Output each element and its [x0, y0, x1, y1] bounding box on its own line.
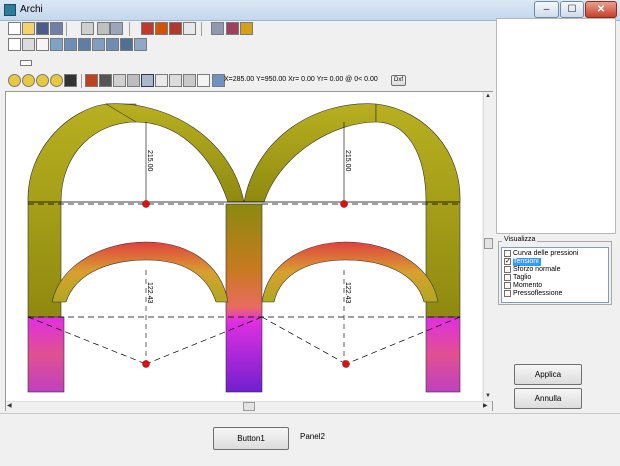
annulla-button[interactable]: Annulla — [514, 388, 582, 409]
table-icon[interactable] — [226, 22, 239, 35]
horizontal-scrollbar[interactable]: ◀ ▶ — [6, 401, 492, 411]
zoom-in-icon[interactable] — [22, 74, 35, 87]
grid-icon[interactable] — [64, 38, 77, 51]
export-icon[interactable] — [211, 22, 224, 35]
ruler-toolbar — [5, 57, 35, 73]
print-icon[interactable] — [134, 38, 147, 51]
print-preview-icon[interactable] — [99, 74, 112, 87]
mirror-icon[interactable] — [120, 38, 133, 51]
filter-icon[interactable] — [240, 22, 253, 35]
view-toolbar — [5, 74, 225, 90]
checkbox[interactable] — [504, 282, 511, 289]
list-item-tensioni[interactable]: ✓ Tensioni — [504, 258, 608, 266]
scale-icon[interactable] — [22, 38, 35, 51]
vault-icon[interactable] — [141, 22, 154, 35]
element-icon[interactable] — [92, 38, 105, 51]
chart-icon[interactable] — [50, 38, 63, 51]
checkbox[interactable] — [504, 250, 511, 257]
dim-label-top-right: 215.00 — [344, 150, 351, 172]
color-icon[interactable] — [85, 74, 98, 87]
node-icon[interactable] — [78, 38, 91, 51]
scroll-up-icon[interactable]: ▲ — [485, 92, 491, 100]
scroll-left-icon[interactable]: ◀ — [7, 402, 12, 410]
vertical-scroll-thumb[interactable] — [484, 238, 493, 249]
zoom-window-icon[interactable] — [50, 74, 63, 87]
copy-icon[interactable] — [81, 22, 94, 35]
main-toolbar — [5, 22, 255, 38]
scroll-down-icon[interactable]: ▼ — [485, 392, 491, 400]
grid-large-icon[interactable] — [141, 74, 154, 87]
zoom-out-icon[interactable] — [36, 74, 49, 87]
ruler-icon[interactable] — [20, 60, 32, 66]
delete-icon[interactable] — [36, 38, 49, 51]
arch-drawing: 215.00 215.00 122.43 122.43 — [27, 103, 461, 393]
bottom-panel-divider — [0, 413, 620, 414]
checkbox-checked[interactable]: ✓ — [504, 258, 511, 265]
tree-icon[interactable] — [110, 22, 123, 35]
app-icon — [4, 4, 16, 16]
dxf-button[interactable]: Dxf — [391, 75, 406, 86]
zoom-fit-icon[interactable] — [8, 74, 21, 87]
scroll-right-icon[interactable]: ▶ — [483, 402, 488, 410]
cursor-icon[interactable] — [197, 74, 210, 87]
dim-label-bottom-right: 122.43 — [344, 282, 351, 304]
visualizza-group: Visualizza Curva delle pressioni ✓ Tensio… — [498, 236, 612, 305]
list-item-momento[interactable]: Momento — [504, 282, 608, 290]
preview-panel — [496, 18, 616, 234]
coordinate-readout: X=285.00 Y=950.00 Xr= 0.00 Yr= 0.00 @ 0<… — [224, 76, 378, 83]
save-icon[interactable] — [36, 22, 49, 35]
layer-icon[interactable] — [106, 38, 119, 51]
list-item-curva[interactable]: Curva delle pressioni — [504, 250, 608, 258]
arch-icon[interactable] — [155, 22, 168, 35]
applica-button[interactable]: Applica — [514, 364, 582, 385]
button1[interactable]: Button1 — [213, 427, 289, 450]
dim-label-top-left: 215.00 — [146, 150, 153, 172]
dim-label-bottom-left: 122.43 — [146, 282, 153, 304]
window-title: Archi — [20, 4, 43, 15]
snap-icon[interactable] — [155, 74, 168, 87]
open-icon[interactable] — [22, 22, 35, 35]
drawing-canvas[interactable]: 215.00 215.00 122.43 122.43 — [6, 92, 482, 401]
vertical-scrollbar[interactable]: ▲ ▼ — [483, 92, 493, 401]
checkbox[interactable] — [504, 266, 511, 273]
minimize-button[interactable]: – — [534, 1, 559, 18]
nodes-icon[interactable] — [169, 74, 182, 87]
panel2-label: Panel2 — [300, 432, 325, 441]
edit-toolbar — [5, 38, 155, 54]
pan-icon[interactable] — [64, 74, 77, 87]
list-item-sforzo[interactable]: Sforzo normale — [504, 266, 608, 274]
dims-icon[interactable] — [183, 74, 196, 87]
paste-icon[interactable] — [97, 22, 110, 35]
checkbox[interactable] — [504, 274, 511, 281]
grid-small-icon[interactable] — [113, 74, 126, 87]
visualizza-list: Curva delle pressioni ✓ Tensioni Sforzo n… — [501, 247, 609, 303]
horizontal-scroll-thumb[interactable] — [243, 402, 255, 411]
frame-icon[interactable] — [183, 22, 196, 35]
beam-icon[interactable] — [169, 22, 182, 35]
list-item-pressoflessione[interactable]: Pressoflessione — [504, 290, 608, 298]
maximize-button[interactable]: ☐ — [560, 1, 584, 18]
grid-icon-2[interactable] — [127, 74, 140, 87]
list-item-taglio[interactable]: Taglio — [504, 274, 608, 282]
checkbox[interactable] — [504, 290, 511, 297]
close-button[interactable]: ✕ — [585, 1, 617, 18]
new-icon[interactable] — [8, 22, 21, 35]
page-icon[interactable] — [8, 38, 21, 51]
save-as-icon[interactable] — [50, 22, 63, 35]
visualizza-title: Visualizza — [502, 236, 538, 243]
